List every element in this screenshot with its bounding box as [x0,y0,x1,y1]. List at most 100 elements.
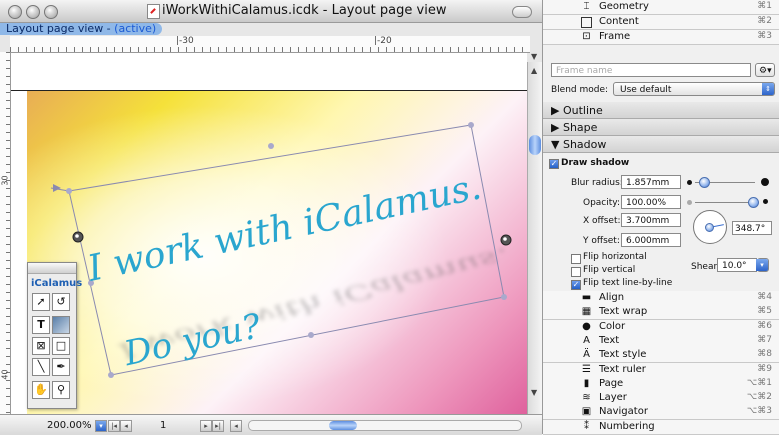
bezier-tool-icon[interactable]: ✒ [52,358,70,376]
flip-text-checkbox[interactable]: ✓ [571,280,581,290]
flip-vertical-checkbox[interactable] [571,267,581,277]
panel-item-color[interactable]: ● Color ⌘6 [543,319,779,335]
panel-item-shortcut: ⌥⌘2 [746,392,772,403]
frame-name-input[interactable]: Frame name [551,63,751,77]
next-page-button[interactable]: ▸ [200,420,212,432]
ruler-label: |-30 [176,36,194,46]
navigator-icon: ▣ [581,406,592,418]
document-icon [147,4,160,19]
geometry-icon: ⌶ [583,1,590,12]
panel-item-numbering[interactable]: ⁑ Numbering [543,419,779,435]
toolbar-toggle-button[interactable] [512,6,532,18]
layout-canvas[interactable]: I work with iCalamus. I work with iCalam… [11,53,527,414]
section-outline[interactable]: ▶ Outline [543,102,779,119]
zoom-tool-icon[interactable]: ⚲ [52,381,70,399]
view-tab-label: Layout page view - [6,22,115,35]
zoom-level: 200.00% [47,420,92,431]
panel-item-frame[interactable]: ⊡ Frame ⌘3 [543,30,779,45]
scroll-up-arrow-icon[interactable]: ▲ [531,66,537,75]
handle[interactable] [308,332,314,338]
flip-text-label: Flip text line-by-line [583,278,673,288]
blend-mode-label: Blend mode: [551,85,609,95]
ruler-label: 30 [0,175,10,186]
panel-item-geometry[interactable]: ⌶ Geometry ⌘1 [543,0,779,15]
panel-item-page[interactable]: ▮ Page ⌥⌘1 [543,376,779,392]
zoom-button[interactable] [44,5,58,19]
tool-palette: iCalamus ➚ ↺ T ⊠ □ ╲ ✒ ✋ ⚲ [27,262,82,409]
angle-dial[interactable] [693,210,727,244]
shear-field[interactable]: 10.0° [717,258,757,272]
section-label: Shape [562,121,598,134]
y-offset-field[interactable]: 6.000mm [621,233,681,247]
section-shape[interactable]: ▶ Shape [543,119,779,136]
handle[interactable] [66,188,72,194]
image-tool-icon[interactable] [52,316,70,334]
panel-item-layer[interactable]: ≋ Layer ⌥⌘2 [543,391,779,407]
scroll-left-button[interactable]: ◂ [230,420,242,432]
angle-field[interactable]: 348.7° [732,221,772,235]
handle[interactable] [468,122,474,128]
panel-item-navigator[interactable]: ▣ Navigator ⌥⌘3 [543,405,779,421]
vertical-ruler[interactable]: 30 40 [0,52,11,414]
vertical-scroll-thumb[interactable] [529,135,541,155]
arrow-tool-icon[interactable]: ➚ [32,293,50,311]
blur-radius-label: Blur radius: [571,178,623,188]
panel-item-label: Page [599,377,624,389]
frame-options-button[interactable]: ⚙▾ [755,63,775,77]
text-icon: A [583,334,590,346]
chevron-down-icon: ▾ [756,259,768,271]
panel-item-content[interactable]: Content ⌘2 [543,15,779,30]
title-bar[interactable]: iWorkWithiCalamus.icdk - Layout page vie… [0,0,542,23]
panel-item-text-wrap[interactable]: ▦ Text wrap ⌘5 [543,305,779,321]
panel-item-shortcut: ⌘6 [757,320,772,331]
text-ruler-icon: ☰ [582,363,591,375]
shear-menu-button[interactable]: ▾ [756,258,769,272]
handle[interactable] [268,143,274,149]
panel-item-align[interactable]: ▬ Align ⌘4 [543,291,779,306]
flip-horizontal-checkbox[interactable] [571,254,581,264]
panel-item-text-ruler[interactable]: ☰ Text ruler ⌘9 [543,362,779,378]
blend-mode-select[interactable]: Use default ⇕ [613,82,775,96]
scroll-down-arrow-icon[interactable]: ▼ [531,388,537,397]
palette-header[interactable] [28,263,76,274]
line-tool-icon[interactable]: ╲ [32,358,50,376]
opacity-slider[interactable] [695,202,755,203]
chevron-updown-icon: ⇕ [762,83,774,95]
scroll-up-icon[interactable]: ▼ [531,52,537,61]
blur-radius-field[interactable]: 1.857mm [621,175,681,189]
zoom-menu-button[interactable]: ▾ [95,420,107,432]
draw-shadow-checkbox[interactable]: ✓ [549,159,559,169]
picture-frame-tool-icon[interactable]: ⊠ [32,337,50,355]
rotate-tool-icon[interactable]: ↺ [52,293,70,311]
last-page-button[interactable]: ▸| [212,420,224,432]
handle[interactable] [501,294,507,300]
horizontal-scrollbar[interactable] [248,420,522,431]
panel-item-text-style[interactable]: Ä Text style ⌘8 [543,348,779,364]
handle[interactable] [108,372,114,378]
horizontal-ruler[interactable]: |-30 |-20 [10,36,530,53]
section-shadow[interactable]: ▼ Shadow [543,136,779,153]
prev-page-button[interactable]: ◂ [120,420,132,432]
hand-tool-icon[interactable]: ✋ [32,381,50,399]
slider-max-icon [761,178,769,186]
panel-item-text[interactable]: A Text ⌘7 [543,333,779,349]
blur-radius-knob[interactable] [699,177,710,188]
slider-min-icon [687,180,692,185]
panel-item-label: Text [599,334,620,346]
draw-shadow-label: Draw shadow [561,158,630,168]
x-offset-field[interactable]: 3.700mm [621,213,681,227]
status-bar: 200.00% ▾ |◂ ◂ 1 ▸ ▸| ◂ [0,414,542,435]
rotation-handle-highlight [503,237,507,241]
view-tab[interactable]: Layout page view - (active) [0,22,163,35]
text-tool-icon[interactable]: T [32,316,50,334]
minimize-button[interactable] [26,5,40,19]
rectangle-tool-icon[interactable]: □ [52,337,70,355]
vertical-scrollbar[interactable]: ▼ ▲ ▼ [527,52,543,414]
angle-dial-center [705,223,714,232]
close-button[interactable] [8,5,22,19]
text-frame-graphic[interactable]: I work with iCalamus. I work with iCalam… [11,53,527,414]
opacity-knob[interactable] [748,197,759,208]
horizontal-scroll-thumb[interactable] [329,421,357,430]
first-page-button[interactable]: |◂ [108,420,120,432]
opacity-field[interactable]: 100.00% [621,195,681,209]
